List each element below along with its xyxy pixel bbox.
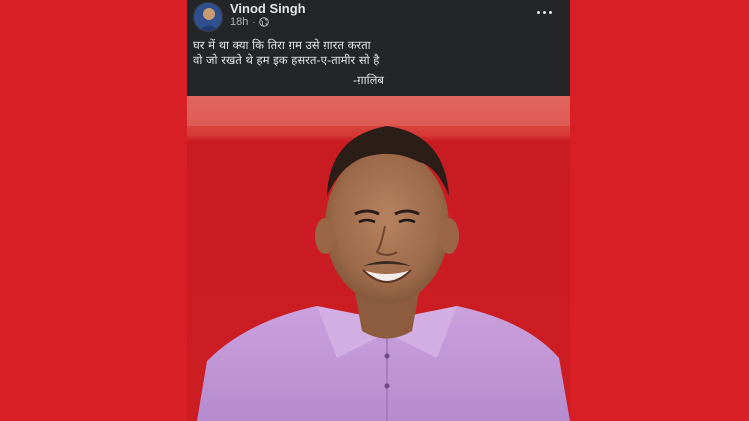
globe-icon[interactable]	[259, 17, 270, 27]
post-text-line-2: वो जो रखते थे हम इक हसरत-ए-तामीर सो है	[193, 53, 380, 67]
more-options-icon[interactable]	[532, 2, 556, 22]
author-avatar[interactable]	[193, 2, 223, 32]
post-signature: -ग़ालिब	[353, 73, 384, 87]
post-photo[interactable]	[187, 96, 570, 421]
author-name[interactable]: Vinod Singh	[230, 1, 306, 16]
post-text: घर में था क्या कि तिरा ग़म उसे ग़ारत करत…	[193, 38, 563, 88]
post-timestamp[interactable]: 18h	[230, 16, 248, 28]
meta-separator: ·	[252, 17, 256, 27]
person-photo	[187, 96, 570, 421]
post-header: Vinod Singh 18h ·	[187, 0, 570, 34]
facebook-post: Vinod Singh 18h · घर में था क्या कि तिरा…	[187, 0, 570, 421]
post-meta: 18h ·	[230, 16, 270, 28]
post-text-line-1: घर में था क्या कि तिरा ग़म उसे ग़ारत करत…	[193, 38, 371, 52]
avatar-image	[194, 3, 222, 31]
